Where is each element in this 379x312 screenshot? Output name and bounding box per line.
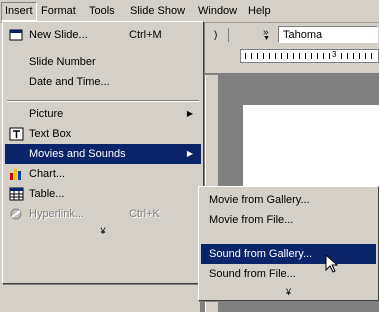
- menu-item-hyperlink: Hyperlink... Ctrl+K: [5, 204, 201, 224]
- menu-item-movie-from-file[interactable]: Movie from File...: [201, 210, 376, 230]
- toolbar-overflow-arrow-icon[interactable]: ▼: [263, 35, 270, 42]
- menu-item-chart[interactable]: Chart...: [5, 164, 201, 184]
- submenu-arrow-icon: ▶: [186, 109, 193, 118]
- toolbar-separator: [228, 28, 229, 42]
- insert-menu: New Slide... Ctrl+M Slide Number Date an…: [2, 21, 204, 284]
- menu-item-label: Slide Number: [29, 56, 96, 68]
- table-icon: [9, 187, 24, 201]
- menu-item-label: Date and Time...: [29, 76, 110, 88]
- ruler-ticks: [245, 53, 375, 59]
- menu-item-date-time[interactable]: Date and Time...: [5, 72, 201, 92]
- submenu-arrow-icon: ▶: [186, 149, 193, 158]
- menu-tools[interactable]: Tools: [86, 4, 118, 19]
- menu-item-label: Movie from File...: [209, 214, 294, 226]
- font-name-box[interactable]: Tahoma: [278, 26, 378, 43]
- menu-item-label: Table...: [29, 188, 65, 200]
- menu-item-label: Movie from Gallery...: [209, 194, 310, 206]
- menu-item-label: Movies and Sounds: [29, 148, 126, 160]
- menu-item-sound-from-gallery[interactable]: Sound from Gallery...: [201, 244, 376, 264]
- chart-icon: [9, 167, 24, 181]
- menu-format[interactable]: Format: [38, 4, 79, 19]
- horizontal-ruler: 3: [240, 49, 379, 63]
- menu-item-new-slide[interactable]: New Slide... Ctrl+M: [5, 25, 201, 45]
- menu-slide-show[interactable]: Slide Show: [127, 4, 188, 19]
- movies-and-sounds-submenu: Movie from Gallery... Movie from File...…: [198, 186, 379, 301]
- text-box-icon: [9, 127, 24, 141]
- menu-bar: Insert Format Tools Slide Show Window He…: [0, 0, 379, 23]
- new-slide-icon: [9, 28, 24, 42]
- mouse-cursor-icon: [325, 253, 339, 277]
- menu-item-slide-number[interactable]: Slide Number: [5, 52, 201, 72]
- menu-separator: [7, 100, 199, 102]
- expand-menu-chevron-icon[interactable]: ¥: [3, 226, 203, 236]
- menu-item-label: Sound from Gallery...: [209, 248, 313, 260]
- menu-item-movies-and-sounds[interactable]: Movies and Sounds ▶: [5, 144, 201, 164]
- menu-item-label: Sound from File...: [209, 268, 296, 280]
- expand-submenu-chevron-icon[interactable]: ¥: [199, 287, 378, 297]
- hyperlink-icon: [9, 207, 24, 221]
- menu-help[interactable]: Help: [245, 4, 274, 19]
- menu-item-label: New Slide...: [29, 29, 88, 41]
- menu-item-label: Hyperlink...: [29, 208, 85, 220]
- menu-item-picture[interactable]: Picture ▶: [5, 104, 201, 124]
- menu-item-sound-from-file[interactable]: Sound from File...: [201, 264, 376, 284]
- menu-item-label: Text Box: [29, 128, 72, 140]
- toolbar-left-partial: ): [214, 30, 218, 41]
- menu-item-label: Picture: [29, 108, 64, 120]
- ruler-number: 3: [331, 50, 338, 59]
- menu-item-shortcut: Ctrl+K: [129, 208, 160, 220]
- menu-item-movie-from-gallery[interactable]: Movie from Gallery...: [201, 190, 376, 210]
- menu-item-label: Chart...: [29, 168, 66, 180]
- menu-item-table[interactable]: Table...: [5, 184, 201, 204]
- menu-insert[interactable]: Insert: [1, 2, 37, 21]
- menu-window[interactable]: Window: [195, 4, 240, 19]
- menu-item-text-box[interactable]: Text Box: [5, 124, 201, 144]
- menu-item-shortcut: Ctrl+M: [129, 29, 162, 41]
